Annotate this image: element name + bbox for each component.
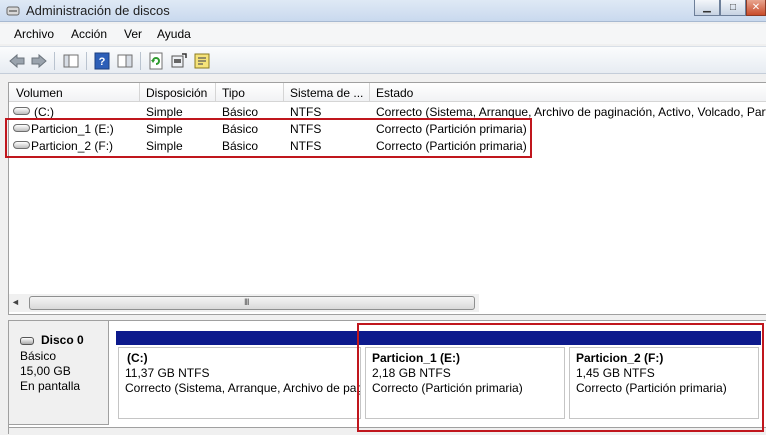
window-title: Administración de discos — [26, 3, 170, 18]
menu-ayuda[interactable]: Ayuda — [157, 27, 191, 41]
column-header-sistema[interactable]: Sistema de ... — [290, 86, 363, 100]
menu-accion[interactable]: Acción — [71, 27, 107, 41]
console-tree-icon[interactable] — [62, 52, 80, 70]
maximize-button[interactable]: □ — [720, 0, 746, 16]
scrollbar-thumb[interactable]: III — [29, 296, 475, 310]
disk-size: 15,00 GB — [20, 364, 71, 378]
partition-status: Correcto (Partición primaria) — [372, 381, 523, 395]
disk-status: En pantalla — [20, 379, 81, 393]
disk-name: Disco 0 — [41, 333, 84, 347]
cell-estado: Correcto (Partición primaria) — [376, 122, 527, 136]
disk-icon — [20, 337, 34, 345]
partition-bar — [363, 331, 567, 345]
partition-label: (C:) — [127, 351, 148, 365]
horizontal-scrollbar[interactable]: ◄ III — [9, 294, 479, 312]
window-controls: ▁ □ ✕ — [694, 0, 766, 16]
menu-bar: Archivo Acción Ver Ayuda — [0, 24, 766, 44]
close-button[interactable]: ✕ — [746, 0, 766, 16]
toolbar: ? — [0, 46, 766, 74]
forward-arrow-icon[interactable] — [30, 52, 48, 70]
cell-tipo: Básico — [222, 122, 259, 136]
partition-size: 11,37 GB NTFS — [125, 366, 210, 380]
cell-volumen: Particion_2 (F:) — [31, 139, 114, 153]
svg-text:?: ? — [99, 56, 106, 68]
partition-e[interactable]: Particion_1 (E:) 2,18 GB NTFS Correcto (… — [363, 331, 567, 419]
properties-icon[interactable] — [193, 52, 211, 70]
cell-sistema: NTFS — [290, 105, 322, 119]
cell-volumen: (C:) — [34, 105, 54, 119]
partition-body: (C:) 11,37 GB NTFS Correcto (Sistema, Ar… — [118, 347, 361, 419]
partition-status: Correcto (Partición primaria) — [576, 381, 727, 395]
table-row[interactable]: (C:) Simple Básico NTFS Correcto (Sistem… — [9, 103, 766, 120]
cell-volumen: Particion_1 (E:) — [31, 122, 114, 136]
partition-status: Correcto (Sistema, Arranque, Archivo de … — [125, 381, 360, 395]
column-header-volumen[interactable]: Volumen — [16, 86, 63, 100]
toolbar-separator — [54, 52, 55, 70]
title-bar: Administración de discos ▁ □ ✕ — [0, 0, 766, 22]
column-header-estado[interactable]: Estado — [376, 86, 413, 100]
disk-graphic-panel: Disco 0 Básico 15,00 GB En pantalla (C:)… — [8, 320, 766, 435]
partition-bar — [116, 331, 363, 345]
volume-list: Volumen Disposición Tipo Sistema de ... … — [8, 82, 766, 315]
partition-size: 2,18 GB NTFS — [372, 366, 451, 380]
disk-type: Básico — [20, 349, 57, 363]
refresh-icon[interactable] — [147, 52, 165, 70]
cell-sistema: NTFS — [290, 122, 322, 136]
cell-disposicion: Simple — [146, 122, 183, 136]
table-row[interactable]: Particion_1 (E:) Simple Básico NTFS Corr… — [9, 120, 766, 137]
cell-estado: Correcto (Partición primaria) — [376, 139, 527, 153]
disk-management-icon — [6, 6, 20, 16]
scroll-grip: III — [244, 297, 249, 307]
partition-label: Particion_1 (E:) — [372, 351, 461, 365]
cell-tipo: Básico — [222, 139, 259, 153]
partition-f[interactable]: Particion_2 (F:) 1,45 GB NTFS Correcto (… — [567, 331, 761, 419]
volume-disk-icon — [13, 141, 30, 149]
partition-label: Particion_2 (F:) — [576, 351, 664, 365]
column-header-row: Volumen Disposición Tipo Sistema de ... … — [9, 83, 766, 102]
toolbar-separator — [140, 52, 141, 70]
cell-estado: Correcto (Sistema, Arranque, Archivo de … — [376, 105, 766, 119]
rescan-icon[interactable] — [170, 52, 188, 70]
properties-pane-icon[interactable] — [116, 52, 134, 70]
toolbar-separator — [86, 52, 87, 70]
scroll-left-icon[interactable]: ◄ — [11, 297, 20, 307]
partition-body: Particion_1 (E:) 2,18 GB NTFS Correcto (… — [365, 347, 565, 419]
partition-c[interactable]: (C:) 11,37 GB NTFS Correcto (Sistema, Ar… — [116, 331, 363, 419]
menu-archivo[interactable]: Archivo — [14, 27, 54, 41]
menu-ver[interactable]: Ver — [124, 27, 142, 41]
minimize-button[interactable]: ▁ — [694, 0, 720, 16]
cell-tipo: Básico — [222, 105, 259, 119]
column-header-tipo[interactable]: Tipo — [222, 86, 245, 100]
column-header-disposicion[interactable]: Disposición — [146, 86, 207, 100]
help-icon[interactable]: ? — [93, 52, 111, 70]
partition-size: 1,45 GB NTFS — [576, 366, 655, 380]
volume-disk-icon — [13, 124, 30, 132]
table-row[interactable]: Particion_2 (F:) Simple Básico NTFS Corr… — [9, 137, 766, 154]
volume-disk-icon — [13, 107, 30, 115]
back-arrow-icon[interactable] — [8, 52, 26, 70]
cell-disposicion: Simple — [146, 105, 183, 119]
cell-sistema: NTFS — [290, 139, 322, 153]
cell-disposicion: Simple — [146, 139, 183, 153]
partition-bar — [567, 331, 761, 345]
partition-body: Particion_2 (F:) 1,45 GB NTFS Correcto (… — [569, 347, 759, 419]
disk-0-label[interactable]: Disco 0 Básico 15,00 GB En pantalla — [9, 321, 109, 425]
